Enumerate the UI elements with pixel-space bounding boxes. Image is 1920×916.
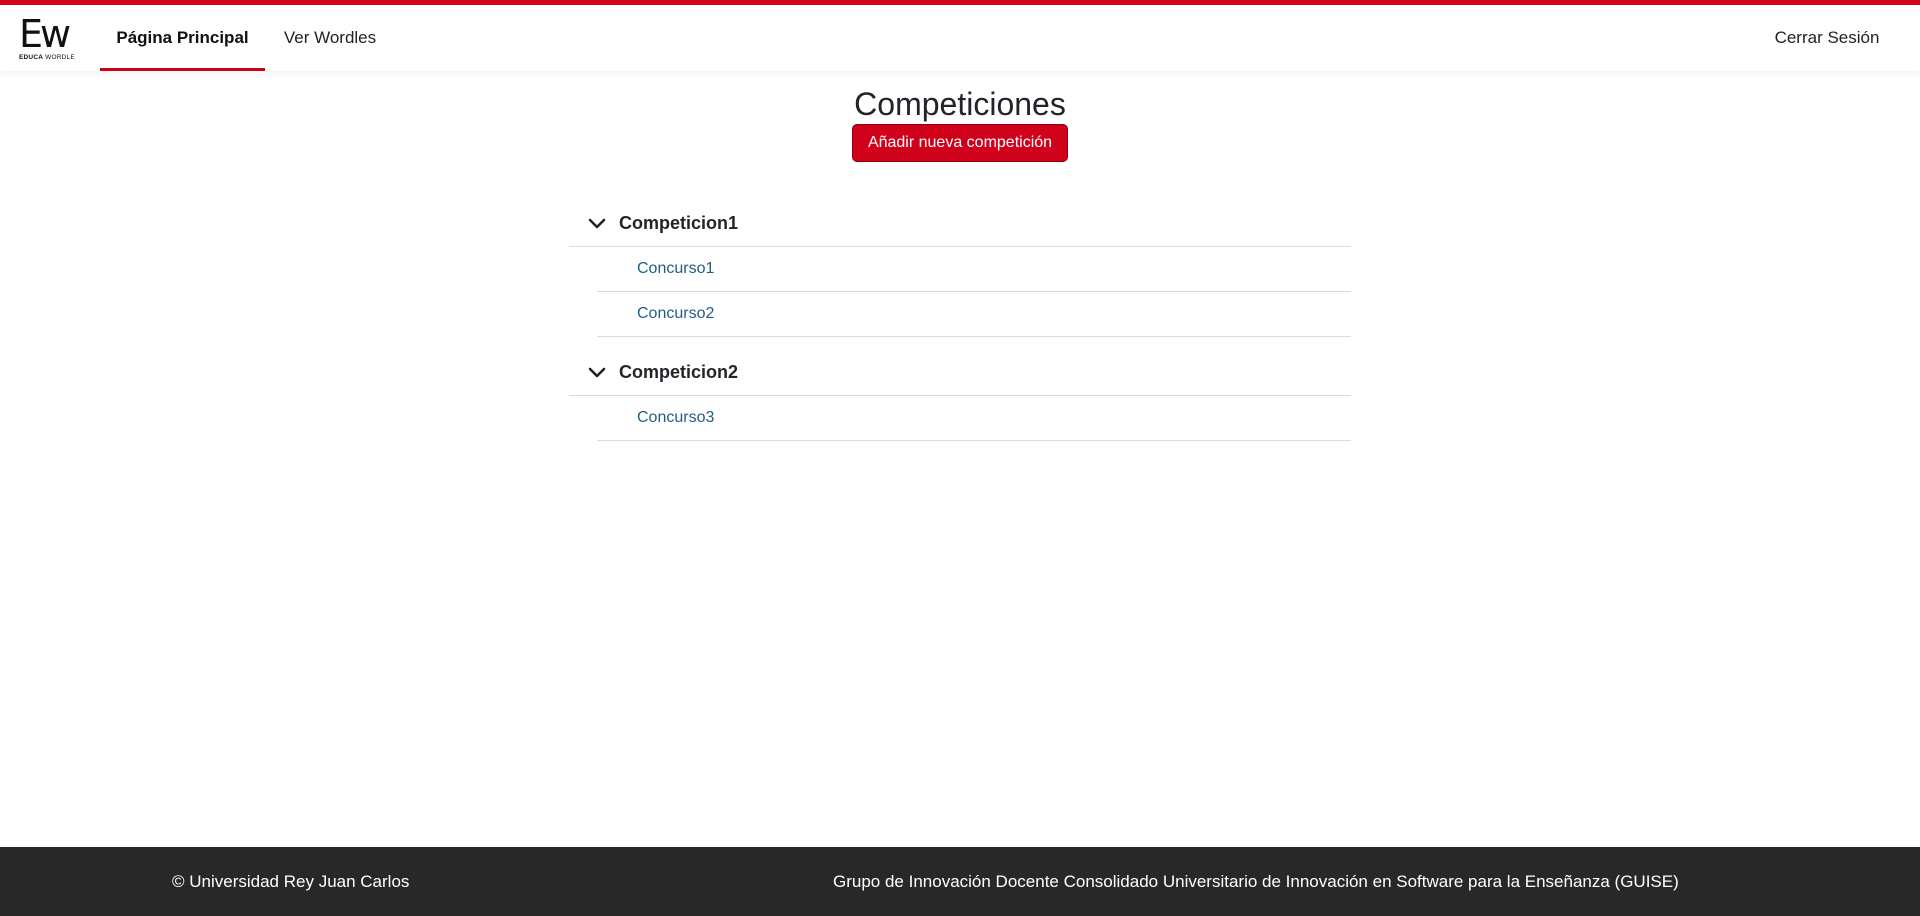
footer: © Universidad Rey Juan Carlos Grupo de I… (0, 847, 1920, 916)
nav-home-link[interactable]: Página Principal (100, 5, 265, 71)
logo-subtitle: EDUCA WORDLE (19, 54, 75, 61)
competition-name: Competicion1 (619, 212, 739, 233)
competition-header[interactable]: Competicion1 (569, 200, 1351, 247)
educa-wordle-logo[interactable]: Ew EDUCA WORDLE (19, 15, 81, 67)
competition-list: Competicion1 Concurso1 Concurso2 Competi… (569, 200, 1351, 441)
contest-row: Concurso2 (597, 292, 1351, 337)
competition-header[interactable]: Competicion2 (569, 349, 1351, 396)
logo-mark: Ew (19, 12, 71, 56)
contest-link[interactable]: Concurso2 (637, 305, 714, 323)
navbar: Ew EDUCA WORDLE Página Principal Ver Wor… (0, 5, 1920, 71)
competition-name: Competicion2 (619, 361, 739, 382)
contest-row: Concurso1 (597, 247, 1351, 292)
footer-group-credit: Grupo de Innovación Docente Consolidado … (833, 871, 1679, 891)
add-competition-button[interactable]: Añadir nueva competición (852, 124, 1068, 162)
logout-link[interactable]: Cerrar Sesión (1734, 5, 1920, 71)
contest-link[interactable]: Concurso3 (637, 409, 714, 427)
contest-row: Concurso3 (597, 396, 1351, 441)
footer-copyright: © Universidad Rey Juan Carlos (172, 871, 410, 891)
chevron-down-icon[interactable] (587, 362, 607, 382)
nav-wordles-link[interactable]: Ver Wordles (265, 5, 395, 71)
page-title: Competiciones (854, 86, 1066, 122)
contest-link[interactable]: Concurso1 (637, 260, 714, 278)
chevron-down-icon[interactable] (587, 213, 607, 233)
